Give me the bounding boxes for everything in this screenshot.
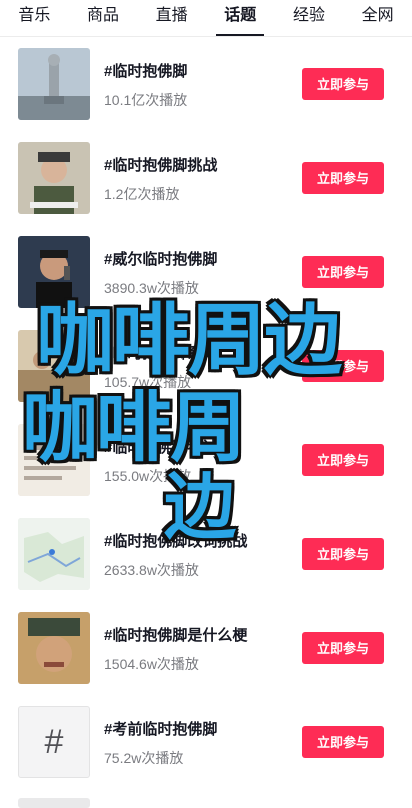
topic-thumbnail xyxy=(18,518,90,590)
topic-title: #临时抱佛脚 xyxy=(104,63,188,80)
topic-thumbnail xyxy=(18,48,90,120)
hashtag-icon: # xyxy=(44,722,64,761)
topic-thumbnail xyxy=(18,424,90,496)
topic-title: #临时抱佛脚考试 xyxy=(104,439,218,456)
join-button[interactable]: 立即参与 xyxy=(302,444,384,476)
topic-list: #临时抱佛脚 10.1亿次播放 立即参与 #临时抱佛脚挑战 1.2亿次播放 立即… xyxy=(0,36,412,788)
join-button[interactable]: 立即参与 xyxy=(302,256,384,288)
topic-title: #威尔临时抱佛脚 xyxy=(104,251,218,268)
join-button[interactable]: 立即参与 xyxy=(302,726,384,758)
map-icon xyxy=(18,518,90,590)
join-button[interactable]: 立即参与 xyxy=(302,162,384,194)
topic-title: #考前临时抱佛脚 xyxy=(104,721,218,738)
play-count: 155.0w次播放 xyxy=(104,468,192,484)
join-button[interactable]: 立即参与 xyxy=(302,632,384,664)
topic-thumbnail xyxy=(18,330,90,402)
topic-title: #临时抱佛脚改词挑战 xyxy=(104,533,248,550)
list-item[interactable]: # #考前临时抱佛脚 75.2w次播放 立即参与 xyxy=(0,694,412,788)
tab-web[interactable]: 全网 xyxy=(354,0,402,36)
tab-live[interactable]: 直播 xyxy=(148,0,196,36)
list-item[interactable]: #威尔临时抱佛脚 3890.3w次播放 立即参与 xyxy=(0,224,412,318)
topic-title: #临时抱佛脚挑战 xyxy=(104,157,218,174)
list-item[interactable]: #临时抱佛脚 10.1亿次播放 立即参与 xyxy=(0,36,412,130)
join-button[interactable]: 立即参与 xyxy=(302,538,384,570)
topic-title: #临时抱佛脚是什么梗 xyxy=(104,627,248,644)
statue-photo-icon xyxy=(18,48,90,120)
join-button[interactable]: 立即参与 xyxy=(302,350,384,382)
play-count: 75.2w次播放 xyxy=(104,750,184,766)
tab-bar: 音乐 商品 直播 话题 经验 全网 xyxy=(0,0,412,37)
topic-thumbnail: # xyxy=(18,706,90,778)
play-count: 10.1亿次播放 xyxy=(104,92,188,108)
document-photo-icon xyxy=(18,424,90,496)
topic-title: #临时抱佛脚系列 xyxy=(104,345,218,362)
topic-thumbnail xyxy=(18,612,90,684)
play-count: 3890.3w次播放 xyxy=(104,280,199,296)
tab-topics[interactable]: 话题 xyxy=(216,0,265,36)
list-item[interactable]: #临时抱佛脚是什么梗 1504.6w次播放 立即参与 xyxy=(0,600,412,694)
play-count: 105.7w次播放 xyxy=(104,374,192,390)
join-button[interactable]: 立即参与 xyxy=(302,68,384,100)
list-item[interactable]: #临时抱佛脚考试 155.0w次播放 立即参与 xyxy=(0,412,412,506)
play-count: 2633.8w次播放 xyxy=(104,562,199,578)
play-count: 1504.6w次播放 xyxy=(104,656,199,672)
video-still-icon xyxy=(18,330,90,402)
next-thumbnail-peek xyxy=(18,798,90,808)
singer-photo-icon xyxy=(18,236,90,308)
play-count: 1.2亿次播放 xyxy=(104,186,180,202)
topic-thumbnail xyxy=(18,142,90,214)
topic-thumbnail xyxy=(18,236,90,308)
list-item[interactable]: #临时抱佛脚系列 105.7w次播放 立即参与 xyxy=(0,318,412,412)
tab-music[interactable]: 音乐 xyxy=(10,0,58,36)
meme-photo-icon xyxy=(18,612,90,684)
list-item[interactable]: #临时抱佛脚改词挑战 2633.8w次播放 立即参与 xyxy=(0,506,412,600)
tab-experience[interactable]: 经验 xyxy=(285,0,333,36)
list-item[interactable]: #临时抱佛脚挑战 1.2亿次播放 立即参与 xyxy=(0,130,412,224)
person-photo-icon xyxy=(18,142,90,214)
tab-products[interactable]: 商品 xyxy=(79,0,127,36)
